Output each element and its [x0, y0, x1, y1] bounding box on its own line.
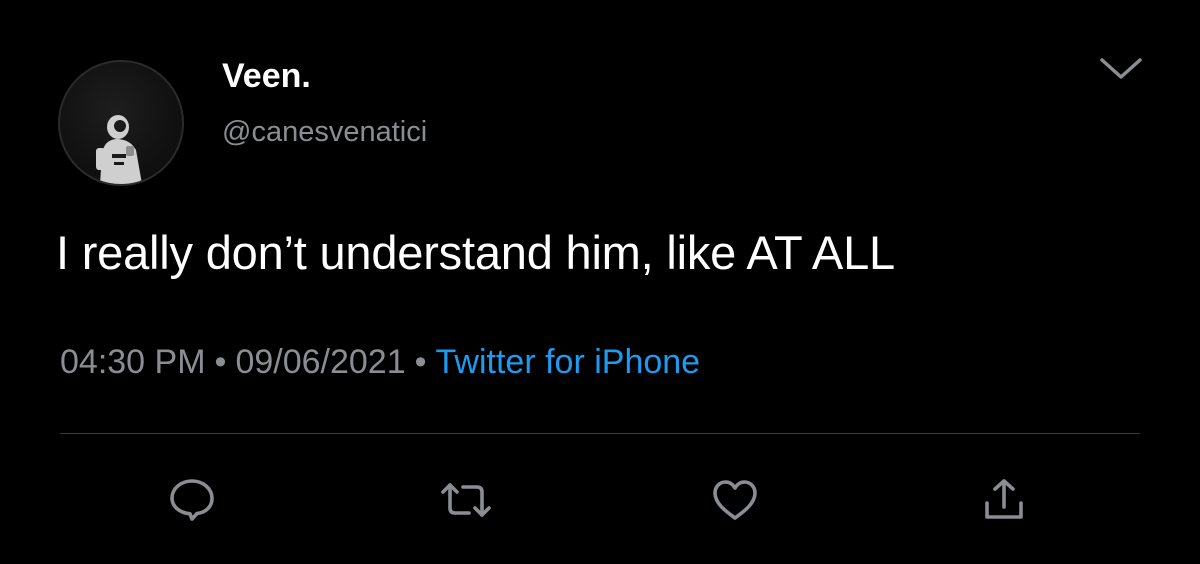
tweet-card: Veen. @canesvenatici I really don’t unde…: [0, 0, 1200, 564]
reply-icon: [170, 479, 214, 521]
retweet-button[interactable]: [440, 474, 492, 526]
like-button[interactable]: [709, 474, 761, 526]
tweet-source-link[interactable]: Twitter for iPhone: [436, 343, 701, 381]
tweet-date: 09/06/2021: [235, 343, 406, 381]
meta-separator: •: [414, 343, 427, 381]
retweet-icon: [441, 483, 491, 517]
tweet-meta: 04:30 PM • 09/06/2021 • Twitter for iPhone: [60, 340, 700, 384]
tweet-text: I really don’t understand him, like AT A…: [56, 226, 895, 279]
astronaut-image: [96, 115, 142, 184]
meta-separator: •: [214, 343, 227, 381]
avatar[interactable]: [58, 60, 184, 186]
share-button[interactable]: [978, 474, 1030, 526]
heart-icon: [713, 480, 757, 520]
author-display-name[interactable]: Veen.: [222, 54, 311, 98]
chevron-down-icon[interactable]: [1097, 54, 1145, 84]
divider: [60, 433, 1140, 434]
tweet-time: 04:30 PM: [60, 343, 206, 381]
author-handle[interactable]: @canesvenatici: [222, 113, 427, 151]
reply-button[interactable]: [166, 474, 218, 526]
share-icon: [985, 479, 1023, 519]
